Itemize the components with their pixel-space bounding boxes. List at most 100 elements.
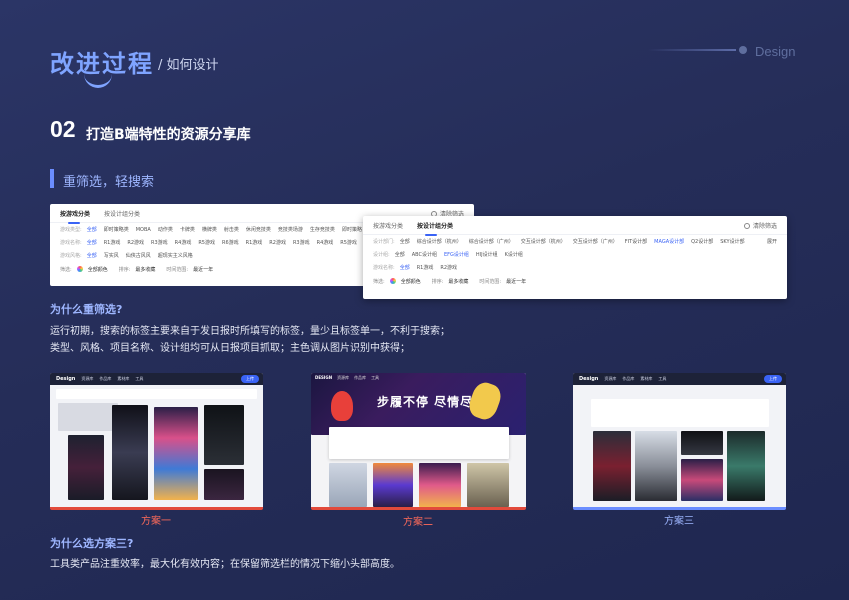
nav-item[interactable]: 资源库	[81, 376, 93, 382]
filter-option[interactable]: R2游戏	[127, 239, 144, 246]
filter-option[interactable]: ABC设计组	[412, 251, 437, 258]
nav-item[interactable]: 资源库	[337, 375, 349, 381]
filter-option[interactable]: R2游戏	[440, 264, 457, 271]
tab-by-game[interactable]: 按游戏分类	[373, 221, 403, 230]
filter-option[interactable]: 全部	[87, 252, 97, 259]
artwork-card[interactable]	[681, 431, 723, 455]
filter-option[interactable]: FIT设计部	[625, 238, 647, 245]
filter-row: 设计部门: 全部 综合设计部（杭州） 综合设计部（广州） 交互设计部（杭州） 交互设计部（…	[363, 235, 787, 248]
filter-option[interactable]: HIJ设计组	[476, 251, 498, 258]
artwork-card[interactable]	[419, 463, 461, 507]
nav-item[interactable]: 工具	[658, 376, 666, 382]
filter-option[interactable]: 综合设计部（杭州）	[417, 238, 462, 245]
top-nav: Design 资源库 作品库 素材库 工具 上传	[573, 373, 786, 385]
sort-label: 排序:	[118, 266, 131, 273]
filter-option[interactable]: R1游戏	[246, 239, 263, 246]
upload-button[interactable]: 上传	[764, 375, 782, 383]
search-bar[interactable]	[56, 389, 257, 399]
filter-option[interactable]: R2游戏	[269, 239, 286, 246]
filter-row-label: 游戏名称:	[373, 265, 395, 271]
artwork-card[interactable]	[373, 463, 413, 507]
artwork-card[interactable]	[681, 459, 723, 501]
expand-button[interactable]: 展开	[767, 238, 777, 245]
filter-option[interactable]: MOBA	[136, 227, 151, 233]
filter-option[interactable]: 生存竞技类	[310, 226, 335, 233]
filter-option[interactable]: 竞技类场游	[278, 226, 303, 233]
tab-by-game[interactable]: 按游戏分类	[60, 209, 90, 224]
filter-option[interactable]: SKY设计部	[720, 238, 744, 245]
nav-item[interactable]: 作品库	[99, 376, 111, 382]
filter-option[interactable]: R5游戏	[198, 239, 215, 246]
filter-option[interactable]: 交互设计部（广州）	[573, 238, 618, 245]
filter-row-label: 游戏类型:	[60, 227, 82, 233]
sub-heading-bar	[50, 169, 54, 188]
artwork-card[interactable]	[112, 405, 148, 500]
filter-row-label: 游戏名称:	[60, 240, 82, 246]
filter-option[interactable]: R1游戏	[104, 239, 121, 246]
time-dropdown[interactable]: 最近一年	[506, 278, 526, 285]
filter-option[interactable]: K设计组	[505, 251, 523, 258]
artwork-card[interactable]	[329, 463, 367, 507]
color-dropdown[interactable]: 全部颜色	[88, 266, 108, 273]
artwork-card[interactable]	[593, 431, 631, 501]
scheme-three-screenshot: Design 资源库 作品库 素材库 工具 上传	[573, 373, 786, 510]
filter-option[interactable]: R1游戏	[417, 264, 434, 271]
time-dropdown[interactable]: 最近一年	[193, 266, 213, 273]
panel-tabs: 按游戏分类 按设计组分类 清除筛选	[363, 216, 787, 236]
filter-option[interactable]: 全部	[395, 251, 405, 258]
nav-item[interactable]: 工具	[371, 375, 379, 381]
artwork-card[interactable]	[68, 435, 104, 500]
logo: Design	[579, 376, 599, 382]
filter-option[interactable]: 全部	[87, 226, 97, 233]
upload-button[interactable]: 上传	[241, 375, 259, 383]
filter-option[interactable]: 写实风	[104, 252, 119, 259]
filter-option[interactable]: EFG设计组	[444, 251, 469, 258]
sort-dropdown[interactable]: 最多收藏	[135, 266, 155, 273]
logo: Design	[56, 376, 76, 382]
why-filter-text: 运行初期，搜索的标签主要来自于发日报时所填写的标签，量少且标签单一，不利于搜索；…	[50, 323, 810, 357]
filter-option[interactable]: 交互设计部（杭州）	[521, 238, 566, 245]
nav-item[interactable]: 作品库	[354, 375, 366, 381]
filter-option[interactable]: 即时策略类	[104, 226, 129, 233]
filter-option[interactable]: 仙侠古风风	[126, 252, 151, 259]
filter-option[interactable]: 全部	[400, 238, 410, 245]
tab-by-design-group[interactable]: 按设计组分类	[417, 221, 453, 236]
scheme-two-caption: 方案二	[403, 517, 433, 528]
filter-option[interactable]: R5游戏	[340, 239, 357, 246]
color-dropdown[interactable]: 全部颜色	[401, 278, 421, 285]
nav-item[interactable]: 资源库	[604, 376, 616, 382]
nav-item[interactable]: 素材库	[640, 376, 652, 382]
filter-option[interactable]: R4游戏	[317, 239, 334, 246]
nav-item[interactable]: 作品库	[622, 376, 634, 382]
nav-item[interactable]: 工具	[135, 376, 143, 382]
sort-dropdown[interactable]: 最多收藏	[448, 278, 468, 285]
tab-by-design-group[interactable]: 按设计组分类	[104, 209, 140, 218]
filter-option[interactable]: MAGA设计部	[654, 238, 684, 245]
artwork-card[interactable]	[204, 405, 244, 465]
filter-option[interactable]: R3游戏	[293, 239, 310, 246]
filter-option[interactable]: R3游戏	[151, 239, 168, 246]
clear-filter-button[interactable]: 清除筛选	[743, 221, 777, 230]
filter-option[interactable]: 卡牌类	[180, 226, 195, 233]
artwork-card[interactable]	[154, 407, 198, 500]
filter-option[interactable]: 超现实主义风格	[158, 252, 193, 259]
filter-option[interactable]: 休闲竞技类	[246, 226, 271, 233]
filter-option[interactable]: R4游戏	[175, 239, 192, 246]
filter-option[interactable]: 全部	[87, 239, 97, 246]
filter-option[interactable]: 动作类	[158, 226, 173, 233]
filter-option[interactable]: R6游戏	[222, 239, 239, 246]
nav-item[interactable]: 素材库	[117, 376, 129, 382]
why-filter-line-1: 运行初期，搜索的标签主要来自于发日报时所填写的标签，量少且标签单一，不利于搜索；	[50, 326, 450, 337]
filter-option[interactable]: 横牌类	[202, 226, 217, 233]
artwork-card[interactable]	[635, 431, 677, 501]
filter-option[interactable]: Q2设计部	[691, 238, 713, 245]
filter-option[interactable]: 全部	[400, 264, 410, 271]
artwork-card[interactable]	[727, 431, 765, 501]
filter-option[interactable]: 即时策略	[342, 226, 362, 233]
filter-panel	[591, 399, 769, 427]
filter-option[interactable]: 综合设计部（广州）	[469, 238, 514, 245]
filter-option[interactable]: 射击类	[224, 226, 239, 233]
artwork-card[interactable]	[467, 463, 509, 507]
filter-row-label: 设计部门:	[373, 239, 395, 245]
artwork-card[interactable]	[204, 469, 244, 500]
